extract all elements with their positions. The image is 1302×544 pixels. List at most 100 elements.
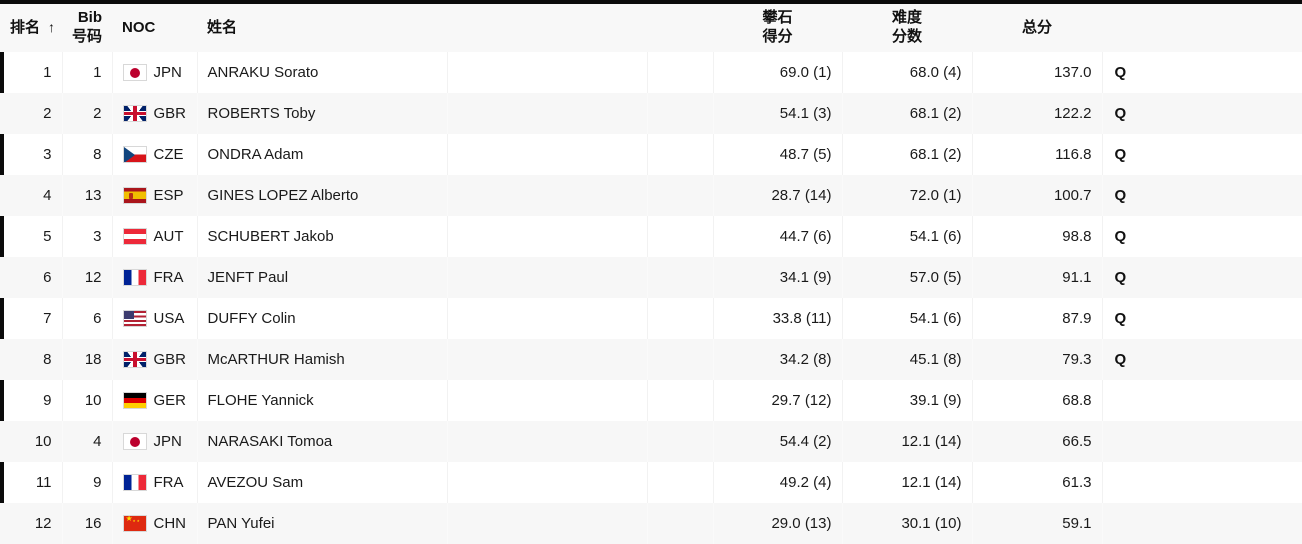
noc-code: ESP xyxy=(153,187,184,204)
flag-icon-fra xyxy=(122,269,147,286)
table-row[interactable]: 10 4 JPN NARASAKI Tomoa 54.4 (2) 12.1 (14) 66.… xyxy=(0,421,1302,462)
table-row[interactable]: 7 6 USA DUFFY Colin 33.8 (11) 54.1 (6) 87.9 Q xyxy=(0,298,1302,339)
column-header-boulder-line1: 攀石 xyxy=(762,9,793,27)
cell-athlete-name[interactable]: ONDRA Adam xyxy=(197,134,448,175)
cell-athlete-name[interactable]: FLOHE Yannick xyxy=(197,380,448,421)
cell-athlete-name[interactable]: ROBERTS Toby xyxy=(197,93,448,134)
cell-athlete-name[interactable]: DUFFY Colin xyxy=(197,298,448,339)
cell-noc: GBR xyxy=(112,93,198,134)
flag-icon-esp xyxy=(122,187,147,204)
column-header-lead-line1: 难度 xyxy=(891,9,922,27)
cell-qualification: Q xyxy=(1102,52,1266,93)
cell-qualification: Q xyxy=(1102,339,1266,380)
cell-blank-2 xyxy=(647,462,714,503)
column-header-name-label: 姓名 xyxy=(207,18,238,36)
column-header-boulder-score[interactable]: 攀石 得分 xyxy=(713,4,842,52)
cell-qualification xyxy=(1102,380,1266,421)
noc-wrapper: JPN xyxy=(122,64,187,81)
cell-noc: GER xyxy=(112,380,198,421)
qualified-badge: Q xyxy=(1114,351,1127,368)
cell-spacer xyxy=(1266,175,1302,216)
cell-blank-2 xyxy=(647,52,714,93)
cell-rank: 3 xyxy=(0,134,63,175)
noc-code: FRA xyxy=(153,269,184,286)
noc-code: CZE xyxy=(153,146,184,163)
column-header-lead-line2: 分数 xyxy=(891,28,922,45)
cell-total-score: 100.7 xyxy=(972,175,1103,216)
noc-wrapper: GER xyxy=(122,392,187,409)
cell-noc: FRA xyxy=(112,257,198,298)
noc-wrapper: CZE xyxy=(122,146,187,163)
cell-athlete-name[interactable]: JENFT Paul xyxy=(197,257,448,298)
table-row[interactable]: 2 2 GBR ROBERTS Toby 54.1 (3) 68.1 (2) 122.2 Q xyxy=(0,93,1302,134)
column-header-total[interactable]: 总分 xyxy=(972,4,1102,52)
cell-spacer xyxy=(1266,134,1302,175)
cell-total-score: 66.5 xyxy=(972,421,1103,462)
cell-athlete-name[interactable]: McARTHUR Hamish xyxy=(197,339,448,380)
column-header-blank-1 xyxy=(447,4,647,52)
noc-wrapper: CHN xyxy=(122,515,187,532)
cell-lead-score: 57.0 (5) xyxy=(842,257,973,298)
cell-lead-score: 68.1 (2) xyxy=(842,93,973,134)
cell-bib: 3 xyxy=(62,216,113,257)
cell-boulder-score: 44.7 (6) xyxy=(713,216,843,257)
column-header-name[interactable]: 姓名 xyxy=(197,4,447,52)
flag-icon-gbr xyxy=(122,105,147,122)
cell-boulder-score: 28.7 (14) xyxy=(713,175,843,216)
column-header-noc[interactable]: NOC xyxy=(112,4,197,52)
table-row[interactable]: 1 1 JPN ANRAKU Sorato 69.0 (1) 68.0 (4) 137.0 Q xyxy=(0,52,1302,93)
cell-total-score: 68.8 xyxy=(972,380,1103,421)
noc-code: USA xyxy=(153,310,185,327)
cell-blank-2 xyxy=(647,421,714,462)
cell-lead-score: 72.0 (1) xyxy=(842,175,973,216)
noc-wrapper: USA xyxy=(122,310,187,327)
cell-blank-1 xyxy=(447,339,648,380)
cell-qualification: Q xyxy=(1102,93,1266,134)
cell-athlete-name[interactable]: AVEZOU Sam xyxy=(197,462,448,503)
cell-rank: 4 xyxy=(0,175,63,216)
cell-boulder-score: 34.1 (9) xyxy=(713,257,843,298)
table-row[interactable]: 9 10 GER FLOHE Yannick 29.7 (12) 39.1 (9) 68.8 xyxy=(0,380,1302,421)
table-row[interactable]: 4 13 ESP GINES LOPEZ Alberto 28.7 (14) 72.0 (… xyxy=(0,175,1302,216)
cell-athlete-name[interactable]: NARASAKI Tomoa xyxy=(197,421,448,462)
cell-boulder-score: 54.1 (3) xyxy=(713,93,843,134)
cell-boulder-score: 29.7 (12) xyxy=(713,380,843,421)
column-header-rank[interactable]: 排名 ↑ xyxy=(0,4,62,52)
cell-total-score: 79.3 xyxy=(972,339,1103,380)
cell-lead-score: 54.1 (6) xyxy=(842,216,973,257)
table-row[interactable]: 8 18 GBR McARTHUR Hamish 34.2 (8) 45.1 (8) 79.… xyxy=(0,339,1302,380)
cell-spacer xyxy=(1266,339,1302,380)
cell-athlete-name[interactable]: GINES LOPEZ Alberto xyxy=(197,175,448,216)
cell-boulder-score: 69.0 (1) xyxy=(713,52,843,93)
cell-athlete-name[interactable]: ANRAKU Sorato xyxy=(197,52,448,93)
sort-ascending-icon[interactable]: ↑ xyxy=(48,19,55,37)
cell-total-score: 61.3 xyxy=(972,462,1103,503)
cell-total-score: 137.0 xyxy=(972,52,1103,93)
cell-total-score: 87.9 xyxy=(972,298,1103,339)
cell-boulder-score: 33.8 (11) xyxy=(713,298,843,339)
cell-rank: 1 xyxy=(0,52,63,93)
cell-lead-score: 12.1 (14) xyxy=(842,462,973,503)
cell-athlete-name[interactable]: SCHUBERT Jakob xyxy=(197,216,448,257)
table-row[interactable]: 5 3 AUT SCHUBERT Jakob 44.7 (6) 54.1 (6) 98.8 Q xyxy=(0,216,1302,257)
flag-icon-jpn xyxy=(122,64,147,81)
flag-icon-usa xyxy=(122,310,147,327)
column-header-lead-score[interactable]: 难度 分数 xyxy=(842,4,972,52)
cell-bib: 12 xyxy=(62,257,113,298)
qualified-badge: Q xyxy=(1114,228,1127,245)
table-row[interactable]: 3 8 CZE ONDRA Adam 48.7 (5) 68.1 (2) 116.8 Q xyxy=(0,134,1302,175)
table-row[interactable]: 11 9 FRA AVEZOU Sam 49.2 (4) 12.1 (14) 61.3 xyxy=(0,462,1302,503)
header-row: 排名 ↑ Bib 号码 NOC 姓名 攀石 得分 难度 分数 总分 xyxy=(0,4,1302,52)
cell-rank: 11 xyxy=(0,462,63,503)
cell-bib: 10 xyxy=(62,380,113,421)
noc-wrapper: FRA xyxy=(122,269,187,286)
cell-blank-1 xyxy=(447,93,648,134)
cell-rank: 7 xyxy=(0,298,63,339)
cell-blank-2 xyxy=(647,175,714,216)
results-table: 排名 ↑ Bib 号码 NOC 姓名 攀石 得分 难度 分数 总分 1 1 JPN AN… xyxy=(0,0,1302,544)
noc-code: GBR xyxy=(153,105,187,122)
cell-lead-score: 54.1 (6) xyxy=(842,298,973,339)
column-header-bib[interactable]: Bib 号码 xyxy=(62,4,112,52)
noc-code: JPN xyxy=(153,433,182,450)
table-row[interactable]: 6 12 FRA JENFT Paul 34.1 (9) 57.0 (5) 91.1 Q xyxy=(0,257,1302,298)
